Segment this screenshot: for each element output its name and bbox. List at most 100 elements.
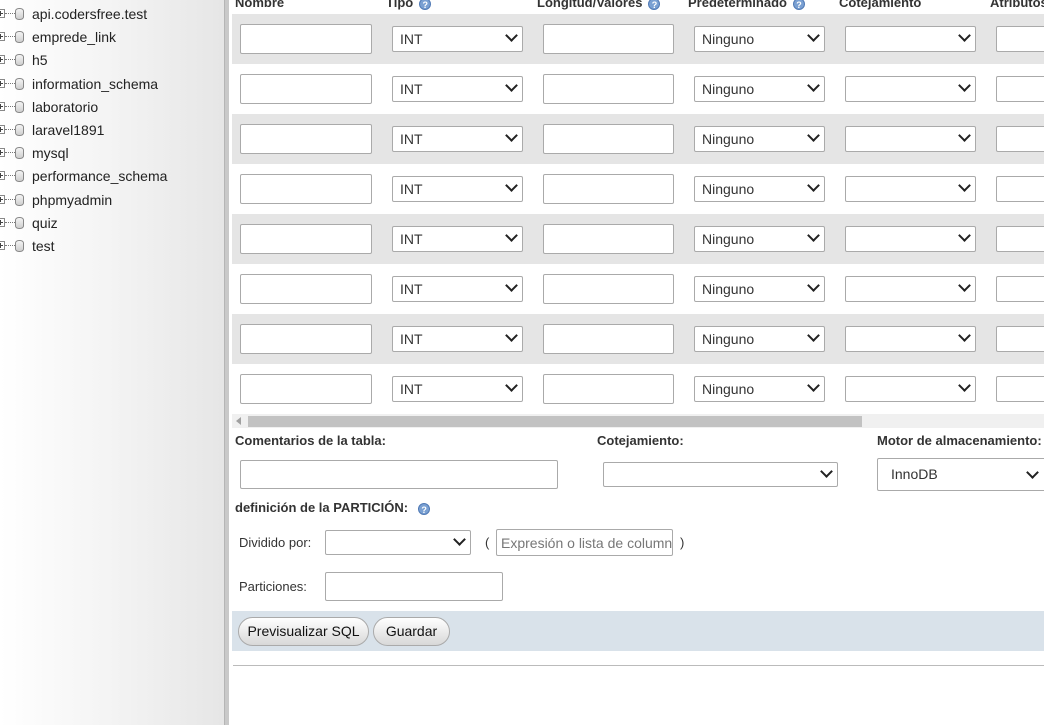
preview-sql-button[interactable]: Previsualizar SQL bbox=[238, 617, 369, 646]
database-name[interactable]: laboratorio bbox=[32, 99, 98, 115]
field-type-select[interactable]: INT bbox=[392, 126, 523, 152]
database-icon[interactable] bbox=[15, 8, 24, 20]
field-attributes-select[interactable] bbox=[996, 76, 1044, 102]
field-default-select[interactable]: Ninguno bbox=[694, 326, 825, 352]
field-default-select[interactable]: Ninguno bbox=[694, 226, 825, 252]
close-paren: ) bbox=[680, 535, 685, 550]
table-comments-input[interactable] bbox=[240, 460, 558, 489]
sidebar-database-item[interactable]: information_schema bbox=[0, 75, 220, 95]
sidebar-database-item[interactable]: laboratorio bbox=[0, 98, 220, 118]
field-name-input[interactable] bbox=[240, 274, 372, 304]
database-name[interactable]: phpmyadmin bbox=[32, 192, 112, 208]
field-name-input[interactable] bbox=[240, 374, 372, 404]
field-length-input[interactable] bbox=[543, 224, 674, 254]
sidebar-database-item[interactable]: test bbox=[0, 237, 220, 257]
field-length-input[interactable] bbox=[543, 324, 674, 354]
field-collation-select[interactable] bbox=[845, 226, 976, 252]
field-length-input[interactable] bbox=[543, 124, 674, 154]
database-name[interactable]: api.codersfree.test bbox=[32, 6, 147, 22]
table-collation-select[interactable] bbox=[603, 462, 838, 487]
field-type-select[interactable]: INT bbox=[392, 26, 523, 52]
field-collation-select[interactable] bbox=[845, 376, 976, 402]
field-type-select[interactable]: INT bbox=[392, 76, 523, 102]
sidebar-resize-handle[interactable] bbox=[224, 0, 229, 725]
field-length-input[interactable] bbox=[543, 174, 674, 204]
field-attributes-select[interactable] bbox=[996, 276, 1044, 302]
sidebar-database-item[interactable]: performance_schema bbox=[0, 167, 220, 187]
field-name-input[interactable] bbox=[240, 174, 372, 204]
sidebar-database-item[interactable]: phpmyadmin bbox=[0, 191, 220, 211]
database-icon[interactable] bbox=[15, 100, 24, 113]
field-attributes-select[interactable] bbox=[996, 26, 1044, 52]
field-name-input[interactable] bbox=[240, 24, 372, 54]
field-attributes-select[interactable] bbox=[996, 176, 1044, 202]
chevron-down-icon bbox=[505, 329, 518, 342]
field-length-input[interactable] bbox=[543, 274, 674, 304]
database-icon[interactable] bbox=[15, 77, 24, 90]
field-collation-select[interactable] bbox=[845, 76, 976, 102]
database-name[interactable]: mysql bbox=[32, 145, 69, 161]
sidebar-database-item[interactable]: h5 bbox=[0, 51, 220, 71]
scrollbar-thumb[interactable] bbox=[248, 416, 862, 427]
database-icon[interactable] bbox=[15, 170, 24, 183]
database-name[interactable]: test bbox=[32, 238, 55, 254]
sidebar-database-item[interactable]: laravel1891 bbox=[0, 121, 220, 141]
field-collation-select[interactable] bbox=[845, 26, 976, 52]
field-attributes-select[interactable] bbox=[996, 226, 1044, 252]
field-default-select[interactable]: Ninguno bbox=[694, 176, 825, 202]
field-length-input[interactable] bbox=[543, 374, 674, 404]
field-collation-select[interactable] bbox=[845, 276, 976, 302]
field-type-select[interactable]: INT bbox=[392, 176, 523, 202]
partition-expression-input[interactable]: Expresión o lista de columnas bbox=[496, 529, 673, 556]
field-attributes-select[interactable] bbox=[996, 126, 1044, 152]
database-icon[interactable] bbox=[15, 124, 24, 136]
storage-engine-select[interactable]: InnoDB bbox=[877, 458, 1044, 491]
help-icon[interactable]: ? bbox=[648, 0, 661, 10]
database-name[interactable]: emprede_link bbox=[32, 29, 116, 45]
tree-connector bbox=[5, 82, 15, 85]
field-type-select[interactable]: INT bbox=[392, 226, 523, 252]
field-name-input[interactable] bbox=[240, 124, 372, 154]
save-button[interactable]: Guardar bbox=[373, 617, 450, 646]
field-collation-select[interactable] bbox=[845, 126, 976, 152]
database-name[interactable]: performance_schema bbox=[32, 168, 167, 184]
database-icon[interactable] bbox=[15, 147, 24, 160]
sidebar-database-item[interactable]: emprede_link bbox=[0, 28, 220, 48]
field-default-select[interactable]: Ninguno bbox=[694, 376, 825, 402]
help-icon[interactable]: ? bbox=[792, 0, 805, 10]
sidebar-database-item[interactable]: quiz bbox=[0, 214, 220, 234]
field-name-input[interactable] bbox=[240, 74, 372, 104]
sidebar-database-item[interactable]: api.codersfree.test bbox=[0, 5, 220, 25]
database-icon[interactable] bbox=[15, 240, 24, 252]
field-name-input[interactable] bbox=[240, 224, 372, 254]
field-length-input[interactable] bbox=[543, 24, 674, 54]
field-attributes-select[interactable] bbox=[996, 376, 1044, 402]
help-icon[interactable]: ? bbox=[418, 502, 431, 515]
field-length-input[interactable] bbox=[543, 74, 674, 104]
field-collation-select[interactable] bbox=[845, 176, 976, 202]
database-name[interactable]: quiz bbox=[32, 215, 58, 231]
field-default-select[interactable]: Ninguno bbox=[694, 76, 825, 102]
database-icon[interactable] bbox=[15, 193, 24, 206]
database-name[interactable]: laravel1891 bbox=[32, 122, 104, 138]
sidebar-database-item[interactable]: mysql bbox=[0, 144, 220, 164]
database-name[interactable]: information_schema bbox=[32, 76, 158, 92]
field-name-input[interactable] bbox=[240, 324, 372, 354]
database-icon[interactable] bbox=[15, 216, 24, 229]
database-name[interactable]: h5 bbox=[32, 52, 48, 68]
field-type-select[interactable]: INT bbox=[392, 276, 523, 302]
field-attributes-select[interactable] bbox=[996, 326, 1044, 352]
field-type-select[interactable]: INT bbox=[392, 326, 523, 352]
field-default-select[interactable]: Ninguno bbox=[694, 276, 825, 302]
partitions-count-input[interactable] bbox=[325, 572, 503, 601]
partition-by-select[interactable] bbox=[325, 530, 471, 555]
field-default-select[interactable]: Ninguno bbox=[694, 26, 825, 52]
field-collation-select[interactable] bbox=[845, 326, 976, 352]
field-default-select[interactable]: Ninguno bbox=[694, 126, 825, 152]
field-type-select[interactable]: INT bbox=[392, 376, 523, 402]
horizontal-scrollbar[interactable] bbox=[232, 414, 1044, 428]
database-icon[interactable] bbox=[15, 31, 24, 44]
help-icon[interactable]: ? bbox=[419, 0, 432, 10]
database-icon[interactable] bbox=[15, 54, 24, 67]
scroll-left-arrow-icon[interactable] bbox=[236, 417, 241, 425]
